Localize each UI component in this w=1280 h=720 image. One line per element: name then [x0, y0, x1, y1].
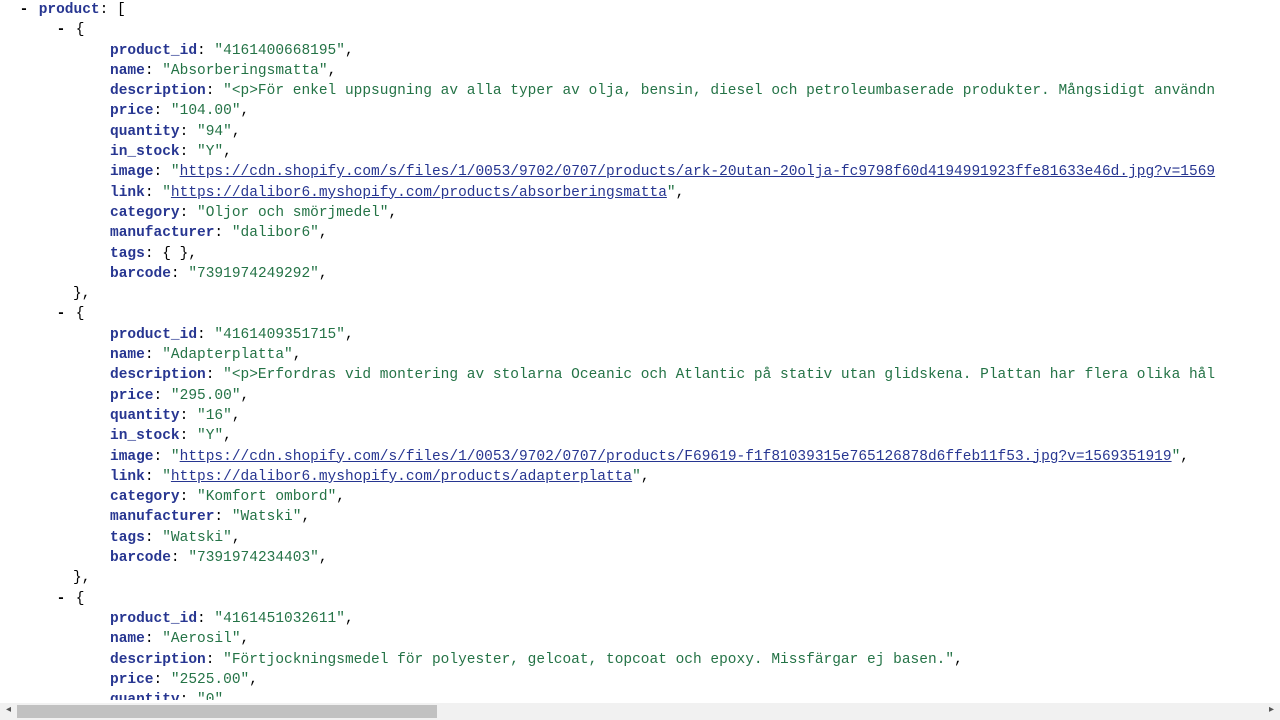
- field-price: price: "2525.00",: [0, 670, 1280, 690]
- image-link[interactable]: https://cdn.shopify.com/s/files/1/0053/9…: [180, 164, 1215, 180]
- collapse-icon[interactable]: -: [55, 589, 67, 609]
- field-barcode: barcode: "7391974249292",: [0, 264, 1280, 284]
- product-link[interactable]: https://dalibor6.myshopify.com/products/…: [171, 469, 632, 485]
- field-in_stock: in_stock: "Y",: [0, 426, 1280, 446]
- field-name: name: "Aerosil",: [0, 629, 1280, 649]
- field-product_id: product_id: "4161400668195",: [0, 41, 1280, 61]
- field-link: link: "https://dalibor6.myshopify.com/pr…: [0, 183, 1280, 203]
- field-quantity: quantity: "16",: [0, 406, 1280, 426]
- object-close: },: [0, 284, 1280, 304]
- field-description: description: "Förtjockningsmedel för pol…: [0, 650, 1280, 670]
- scrollbar-thumb[interactable]: [17, 705, 437, 718]
- object-open: - {: [0, 304, 1280, 324]
- field-name: name: "Adapterplatta",: [0, 345, 1280, 365]
- field-description: description: "<p>För enkel uppsugning av…: [0, 81, 1280, 101]
- collapse-icon[interactable]: -: [55, 304, 67, 324]
- field-image: image: "https://cdn.shopify.com/s/files/…: [0, 447, 1280, 467]
- object-open: - {: [0, 20, 1280, 40]
- field-manufacturer: manufacturer: "dalibor6",: [0, 223, 1280, 243]
- field-quantity: quantity: "0",: [0, 690, 1280, 700]
- collapse-icon[interactable]: -: [18, 0, 30, 20]
- field-in_stock: in_stock: "Y",: [0, 142, 1280, 162]
- field-tags: tags: { },: [0, 244, 1280, 264]
- field-tags: tags: "Watski",: [0, 528, 1280, 548]
- field-name: name: "Absorberingsmatta",: [0, 61, 1280, 81]
- field-barcode: barcode: "7391974234403",: [0, 548, 1280, 568]
- root-key-line: - product: [: [0, 0, 1280, 20]
- field-category: category: "Oljor och smörjmedel",: [0, 203, 1280, 223]
- object-close: },: [0, 568, 1280, 588]
- horizontal-scrollbar[interactable]: ◂ ▸: [0, 703, 1280, 720]
- field-image: image: "https://cdn.shopify.com/s/files/…: [0, 162, 1280, 182]
- collapse-icon[interactable]: -: [55, 20, 67, 40]
- field-description: description: "<p>Erfordras vid montering…: [0, 365, 1280, 385]
- scroll-left-icon[interactable]: ◂: [0, 703, 17, 720]
- image-link[interactable]: https://cdn.shopify.com/s/files/1/0053/9…: [180, 449, 1172, 465]
- field-price: price: "295.00",: [0, 386, 1280, 406]
- field-category: category: "Komfort ombord",: [0, 487, 1280, 507]
- field-manufacturer: manufacturer: "Watski",: [0, 507, 1280, 527]
- field-quantity: quantity: "94",: [0, 122, 1280, 142]
- object-open: - {: [0, 589, 1280, 609]
- field-product_id: product_id: "4161409351715",: [0, 325, 1280, 345]
- json-viewer: - product: [ - { product_id: "4161400668…: [0, 0, 1280, 700]
- field-product_id: product_id: "4161451032611",: [0, 609, 1280, 629]
- scroll-right-icon[interactable]: ▸: [1263, 703, 1280, 720]
- product-link[interactable]: https://dalibor6.myshopify.com/products/…: [171, 185, 667, 201]
- field-link: link: "https://dalibor6.myshopify.com/pr…: [0, 467, 1280, 487]
- field-price: price: "104.00",: [0, 101, 1280, 121]
